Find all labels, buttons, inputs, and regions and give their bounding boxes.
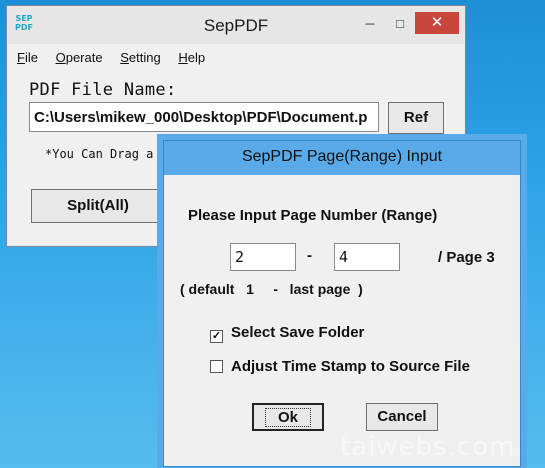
default-range-info: ( default 1 - last page ) bbox=[180, 281, 363, 297]
maximize-button[interactable]: □ bbox=[385, 14, 415, 34]
menu-file[interactable]: File bbox=[17, 50, 38, 65]
ok-label: Ok bbox=[264, 408, 311, 427]
close-button[interactable]: ✕ bbox=[415, 12, 459, 34]
pdf-path-input[interactable]: C:\Users\mikew_000\Desktop\PDF\Document.… bbox=[29, 102, 379, 132]
save-folder-checkbox[interactable]: ✓ bbox=[210, 330, 223, 343]
page-range-dialog: SepPDF Page(Range) Input Please Input Pa… bbox=[163, 140, 521, 467]
ok-button[interactable]: Ok bbox=[252, 403, 324, 431]
page-to-input[interactable]: 4 bbox=[334, 243, 400, 271]
time-stamp-label: Adjust Time Stamp to Source File bbox=[231, 358, 470, 375]
time-stamp-option[interactable]: Adjust Time Stamp to Source File bbox=[210, 358, 470, 375]
title-bar[interactable]: SEP PDF SepPDF ─ □ ✕ bbox=[7, 6, 465, 44]
watermark-text: taiwebs.com bbox=[340, 432, 516, 462]
page-total-label: / Page 3 bbox=[438, 249, 495, 266]
drag-hint-text: *You Can Drag a PD bbox=[45, 147, 176, 161]
range-dash: - bbox=[307, 247, 312, 264]
dialog-title-bar[interactable]: SepPDF Page(Range) Input bbox=[164, 141, 520, 175]
dialog-title: SepPDF Page(Range) Input bbox=[241, 148, 443, 165]
menu-help[interactable]: Help bbox=[178, 50, 205, 65]
split-all-button[interactable]: Split(All) bbox=[31, 189, 165, 223]
ref-button[interactable]: Ref bbox=[388, 102, 444, 134]
minimize-button[interactable]: ─ bbox=[355, 14, 385, 34]
time-stamp-checkbox[interactable] bbox=[210, 360, 223, 373]
pdf-file-label: PDF File Name: bbox=[29, 80, 177, 100]
save-folder-option[interactable]: ✓ Select Save Folder bbox=[210, 324, 364, 343]
page-from-input[interactable]: 2 bbox=[230, 243, 296, 271]
range-heading: Please Input Page Number (Range) bbox=[188, 207, 438, 224]
menu-operate[interactable]: Operate bbox=[56, 50, 103, 65]
menu-setting[interactable]: Setting bbox=[120, 50, 160, 65]
save-folder-label: Select Save Folder bbox=[231, 324, 365, 341]
menu-bar: File Operate Setting Help bbox=[17, 50, 219, 68]
cancel-button[interactable]: Cancel bbox=[366, 403, 438, 431]
